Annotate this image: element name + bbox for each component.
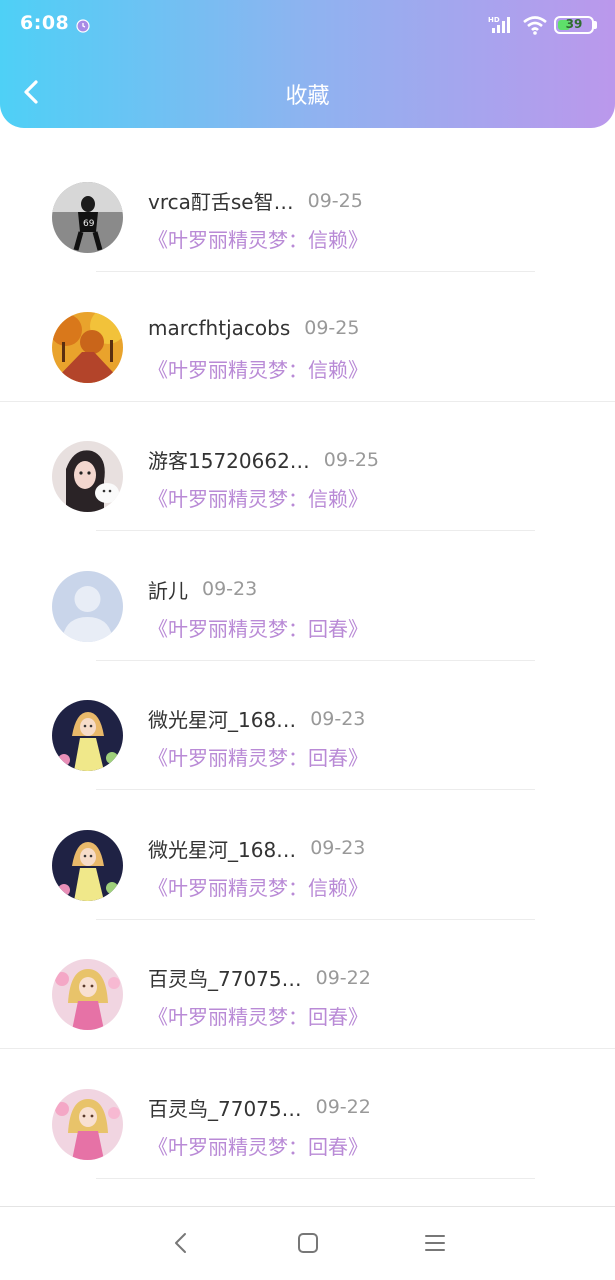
divider bbox=[96, 1177, 535, 1179]
item-date: 09-22 bbox=[315, 966, 371, 989]
svg-text:69: 69 bbox=[83, 219, 95, 229]
item-date: 09-25 bbox=[323, 448, 380, 471]
item-header: marcfhtjacobs 09-25 bbox=[148, 316, 359, 346]
user-name: 百灵鸟_77075… bbox=[148, 967, 302, 991]
work-title-link[interactable]: 《叶罗丽精灵梦：信赖》 bbox=[148, 224, 368, 253]
nav-menu-icon[interactable] bbox=[421, 1229, 449, 1257]
list-item[interactable]: 69 vrca酊舌se智… 09-25 《叶罗丽精灵梦：信赖》 bbox=[0, 142, 615, 272]
avatar[interactable] bbox=[52, 700, 123, 771]
battery-text: 39 bbox=[565, 17, 583, 31]
avatar[interactable] bbox=[52, 959, 123, 1030]
page-title: 收藏 bbox=[285, 84, 330, 109]
list-item[interactable]: 微光星河_168… 09-23 《叶罗丽精灵梦：回春》 bbox=[0, 660, 615, 790]
work-title-link[interactable]: 《叶罗丽精灵梦：回春》 bbox=[148, 1001, 368, 1030]
header-bar: 6:08 HD 39 收藏 bbox=[0, 0, 615, 128]
wifi-icon bbox=[523, 16, 547, 35]
alarm-icon bbox=[76, 19, 90, 33]
item-header: 百灵鸟_77075… 09-22 bbox=[148, 1093, 371, 1123]
network-label: HD bbox=[488, 16, 500, 24]
avatar[interactable] bbox=[52, 311, 123, 383]
item-date: 09-22 bbox=[315, 1096, 371, 1118]
nav-home-icon[interactable] bbox=[294, 1229, 322, 1257]
item-header: 微光星河_168… 09-23 bbox=[148, 834, 365, 864]
list-item[interactable]: 游客15720662… 09-25 《叶罗丽精灵梦：信赖》 bbox=[0, 401, 615, 531]
work-title-link[interactable]: 《叶罗丽精灵梦：回春》 bbox=[148, 613, 368, 642]
list-item[interactable]: 百灵鸟_77075… 09-22 《叶罗丽精灵梦：回春》 bbox=[0, 1049, 615, 1179]
item-date: 09-25 bbox=[307, 189, 363, 212]
item-date: 09-23 bbox=[310, 837, 366, 859]
user-name: 游客15720662… bbox=[148, 449, 310, 473]
work-title-link[interactable]: 《叶罗丽精灵梦：信赖》 bbox=[148, 872, 368, 901]
list-item[interactable]: 訢儿 09-23 《叶罗丽精灵梦：回春》 bbox=[0, 531, 615, 661]
work-title-link[interactable]: 《叶罗丽精灵梦：信赖》 bbox=[148, 354, 368, 383]
list-item[interactable]: marcfhtjacobs 09-25 《叶罗丽精灵梦：信赖》 bbox=[0, 272, 615, 402]
user-name: 微光星河_168… bbox=[148, 708, 297, 732]
item-date: 09-23 bbox=[310, 707, 366, 730]
user-name: vrca酊舌se智… bbox=[148, 190, 294, 214]
signal-icon: HD bbox=[488, 16, 510, 33]
user-name: 百灵鸟_77075… bbox=[148, 1096, 302, 1121]
user-name: marcfhtjacobs bbox=[148, 315, 291, 340]
list-item[interactable]: 微光星河_168… 09-23 《叶罗丽精灵梦：信赖》 bbox=[0, 790, 615, 920]
work-title-link[interactable]: 《叶罗丽精灵梦：回春》 bbox=[148, 1131, 368, 1160]
item-header: 游客15720662… 09-25 bbox=[148, 445, 379, 475]
work-title-link[interactable]: 《叶罗丽精灵梦：信赖》 bbox=[148, 483, 368, 512]
status-bar: 6:08 HD 39 bbox=[0, 0, 615, 52]
item-header: vrca酊舌se智… 09-25 bbox=[148, 186, 363, 216]
item-header: 百灵鸟_77075… 09-22 bbox=[148, 963, 371, 993]
user-name: 訢儿 bbox=[148, 578, 188, 603]
status-time: 6:08 bbox=[20, 12, 70, 34]
system-nav-bar bbox=[0, 1206, 615, 1280]
avatar[interactable]: 69 bbox=[52, 182, 123, 253]
battery-indicator: 39 bbox=[554, 16, 594, 34]
work-title-link[interactable]: 《叶罗丽精灵梦：回春》 bbox=[148, 742, 368, 771]
avatar[interactable] bbox=[52, 829, 123, 901]
user-name: 微光星河_168… bbox=[148, 837, 297, 862]
item-header: 微光星河_168… 09-23 bbox=[148, 704, 365, 734]
item-date: 09-25 bbox=[304, 316, 360, 339]
avatar[interactable] bbox=[52, 570, 123, 642]
avatar[interactable] bbox=[52, 1088, 123, 1160]
list-item[interactable]: 百灵鸟_77075… 09-22 《叶罗丽精灵梦：回春》 bbox=[0, 919, 615, 1049]
battery-tip bbox=[594, 21, 597, 29]
avatar[interactable] bbox=[52, 441, 123, 512]
nav-back-icon[interactable] bbox=[168, 1229, 196, 1257]
item-date: 09-23 bbox=[202, 578, 258, 600]
item-header: 訢儿 09-23 bbox=[148, 575, 257, 605]
